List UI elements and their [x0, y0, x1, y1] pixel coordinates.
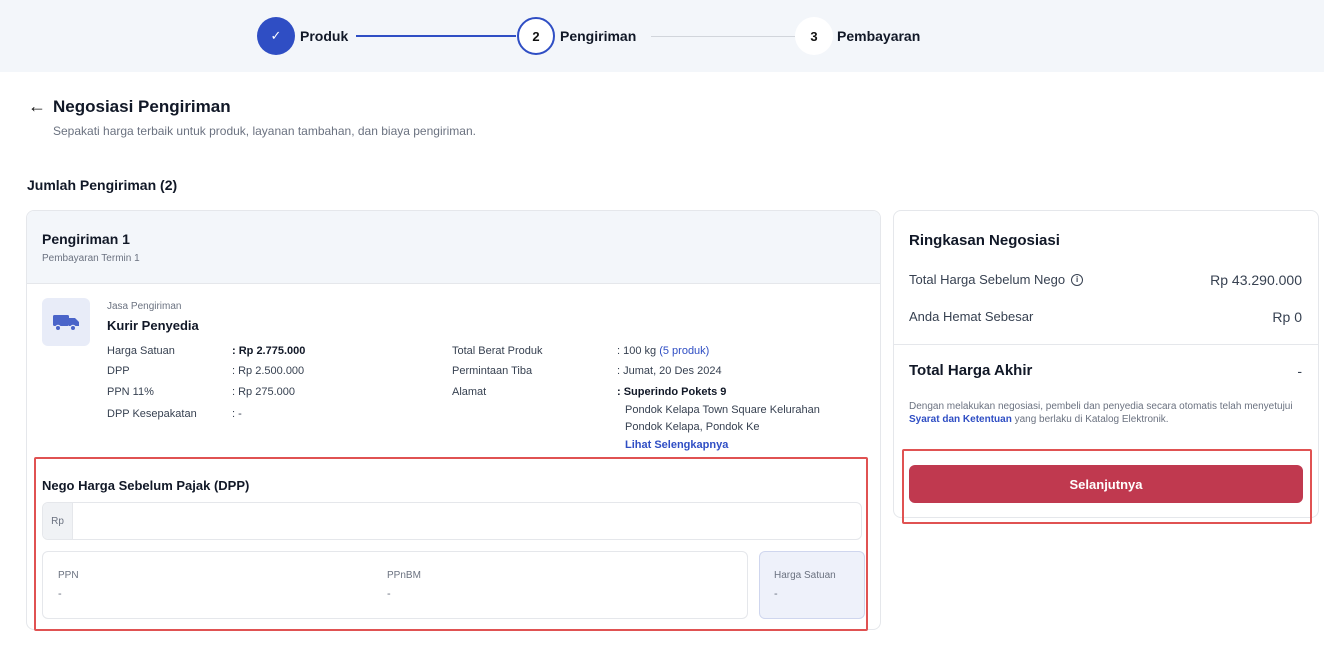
step-produk-label: Produk [300, 28, 349, 44]
dpp-input-group: Rp [42, 502, 862, 540]
summary-divider [894, 344, 1318, 345]
detail-label-dpp-kesepakatan: DPP Kesepakatan [107, 408, 197, 420]
detail-value-alamat-line1: Pondok Kelapa Town Square Kelurahan [625, 404, 820, 416]
summary-title: Ringkasan Negosiasi [909, 232, 1060, 249]
unit-price-box: Harga Satuan - [759, 551, 865, 619]
saving-label: Anda Hemat Sebesar [909, 309, 1034, 324]
step-pembayaran-number: 3 [795, 17, 833, 55]
shipment-title: Pengiriman 1 [42, 231, 130, 247]
detail-label-ppn: PPN 11% [107, 386, 154, 398]
ppn-label: PPN [58, 570, 79, 581]
ppnbm-label: PPnBM [387, 570, 421, 581]
ppnbm-value: - [387, 588, 391, 600]
page-title: Negosiasi Pengiriman [53, 97, 231, 116]
terms-note: Dengan melakukan negosiasi, pembeli dan … [909, 401, 1293, 425]
detail-label-tiba: Permintaan Tiba [452, 365, 533, 377]
terms-link[interactable]: Syarat dan Ketentuan [909, 414, 1012, 425]
shipment-subtitle: Pembayaran Termin 1 [42, 253, 140, 264]
detail-value-dpp: : Rp 2.500.000 [232, 365, 305, 377]
detail-value-alamat-name: : Superindo Pokets 9 [617, 386, 727, 398]
detail-label-berat: Total Berat Produk [452, 345, 543, 357]
detail-value-tiba: : Jumat, 20 Des 2024 [617, 365, 722, 377]
detail-label-dpp: DPP [107, 365, 130, 377]
unit-price-value: - [774, 588, 778, 600]
see-more-link[interactable]: Lihat Selengkapnya [625, 439, 728, 451]
page-subtitle: Sepakati harga terbaik untuk produk, lay… [53, 124, 476, 138]
shipment-header: Pengiriman 1 Pembayaran Termin 1 [27, 211, 880, 284]
dpp-nego-input[interactable] [74, 503, 861, 539]
product-count-link[interactable]: (5 produk) [659, 345, 709, 357]
negotiation-summary-card: Ringkasan Negosiasi Total Harga Sebelum … [893, 210, 1319, 518]
detail-value-dpp-kesepakatan: : - [232, 408, 242, 420]
ppn-value: - [58, 588, 62, 600]
step-produk-check-icon: ✓ [257, 17, 295, 55]
shipment-count-title: Jumlah Pengiriman (2) [27, 177, 178, 193]
detail-value-ppn: : Rp 275.000 [232, 386, 295, 398]
currency-prefix: Rp [43, 503, 73, 539]
next-button[interactable]: Selanjutnya [909, 465, 1303, 503]
final-total-value: - [1297, 363, 1302, 379]
total-before-nego-label: Total Harga Sebelum Nego i [909, 272, 1084, 287]
shipment-card: Pengiriman 1 Pembayaran Termin 1 Jasa Pe… [26, 210, 881, 630]
detail-value-berat: : 100 kg (5 produk) [617, 345, 710, 357]
detail-label-harga-satuan: Harga Satuan [107, 345, 175, 357]
info-icon[interactable]: i [1071, 273, 1084, 286]
saving-value: Rp 0 [1272, 309, 1302, 325]
total-before-nego-value: Rp 43.290.000 [1210, 272, 1302, 288]
final-total-label: Total Harga Akhir [909, 362, 1033, 379]
truck-icon [42, 298, 90, 346]
detail-value-harga-satuan: : Rp 2.775.000 [232, 345, 306, 357]
detail-label-alamat: Alamat [452, 386, 487, 398]
step-connector-pending [651, 36, 795, 37]
tax-summary-box: PPN - PPnBM - [42, 551, 748, 619]
back-arrow-icon[interactable]: ← [28, 96, 46, 117]
unit-price-label: Harga Satuan [774, 570, 836, 581]
step-pembayaran-label: Pembayaran [837, 28, 921, 44]
service-name: Kurir Penyedia [107, 318, 199, 333]
step-connector-done [356, 35, 516, 37]
service-label: Jasa Pengiriman [107, 301, 182, 312]
step-pengiriman-number: 2 [517, 17, 555, 55]
step-pengiriman-label: Pengiriman [560, 28, 637, 44]
checkout-stepper: ✓ Produk 2 Pengiriman 3 Pembayaran [0, 0, 1324, 72]
nego-title: Nego Harga Sebelum Pajak (DPP) [42, 478, 250, 493]
detail-value-alamat-line2: Pondok Kelapa, Pondok Ke [625, 421, 760, 433]
